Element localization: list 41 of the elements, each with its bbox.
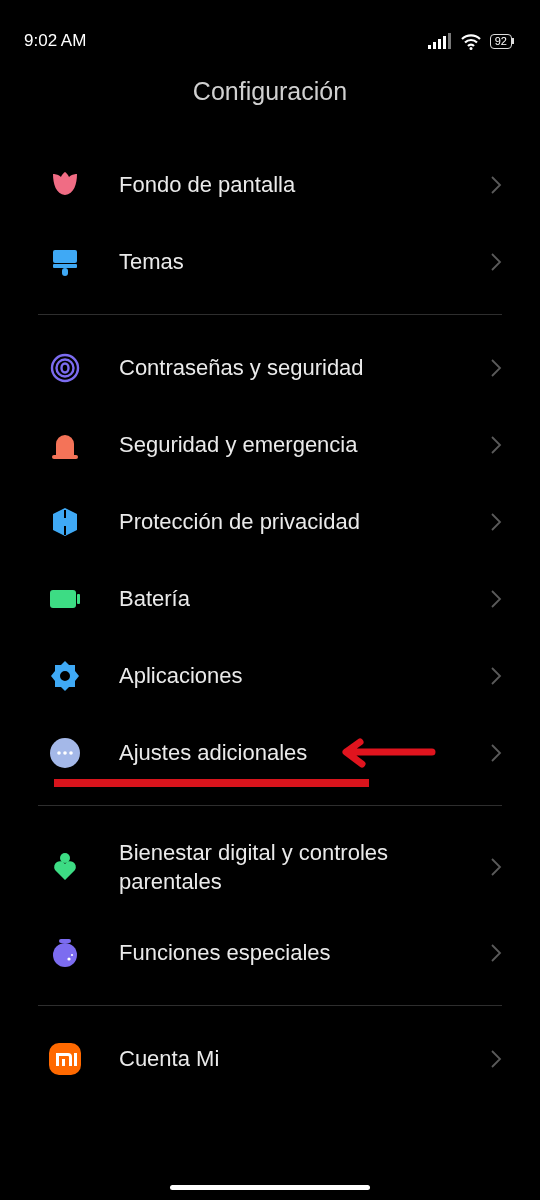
page-title: Configuración <box>191 76 349 107</box>
wifi-icon <box>459 32 482 50</box>
item-label: Batería <box>119 585 191 613</box>
chevron-right-icon <box>490 251 502 272</box>
settings-item[interactable]: Cuenta Mi <box>0 1020 540 1097</box>
home-indicator[interactable] <box>170 1185 370 1190</box>
chevron-right-icon <box>490 1048 502 1069</box>
settings-item[interactable]: Bienestar digital y controles parentales <box>0 820 540 914</box>
settings-item[interactable]: Contraseñas y seguridad <box>0 329 540 406</box>
more-icon <box>48 735 82 770</box>
settings-item[interactable]: Funciones especiales <box>0 914 540 991</box>
settings-item[interactable]: Ajustes adicionales <box>0 714 540 791</box>
item-label: Contraseñas y seguridad <box>119 354 365 382</box>
settings-item[interactable]: Temas <box>0 223 540 300</box>
settings-item[interactable]: Protección de privacidad <box>0 483 540 560</box>
item-label: Aplicaciones <box>119 662 244 690</box>
settings-item[interactable]: Aplicaciones <box>0 637 540 714</box>
signal-icon <box>427 33 452 49</box>
settings-item[interactable]: Fondo de pantalla <box>0 146 540 223</box>
item-label: Seguridad y emergencia <box>119 431 359 459</box>
settings-item[interactable]: Seguridad y emergencia <box>0 406 540 483</box>
chevron-right-icon <box>490 588 502 609</box>
item-label: Cuenta Mi <box>119 1045 221 1073</box>
item-label: Temas <box>119 248 185 276</box>
item-label: Ajustes adicionales <box>119 739 309 767</box>
chevron-right-icon <box>490 434 502 455</box>
chevron-right-icon <box>490 357 502 378</box>
item-label: Bienestar digital y controles parentales <box>119 839 390 896</box>
settings-item[interactable]: Batería <box>0 560 540 637</box>
status-time: 9:02 AM <box>24 30 87 53</box>
chevron-right-icon <box>490 942 502 963</box>
settings-icon <box>48 658 82 693</box>
mi-logo-icon <box>48 1041 82 1076</box>
chevron-right-icon <box>490 665 502 686</box>
chevron-right-icon <box>490 174 502 195</box>
item-label: Funciones especiales <box>119 939 332 967</box>
chevron-right-icon <box>490 857 502 877</box>
item-label: Protección de privacidad <box>119 508 361 536</box>
chevron-right-icon <box>490 511 502 532</box>
item-label: Fondo de pantalla <box>119 171 297 199</box>
chevron-right-icon <box>490 742 502 763</box>
